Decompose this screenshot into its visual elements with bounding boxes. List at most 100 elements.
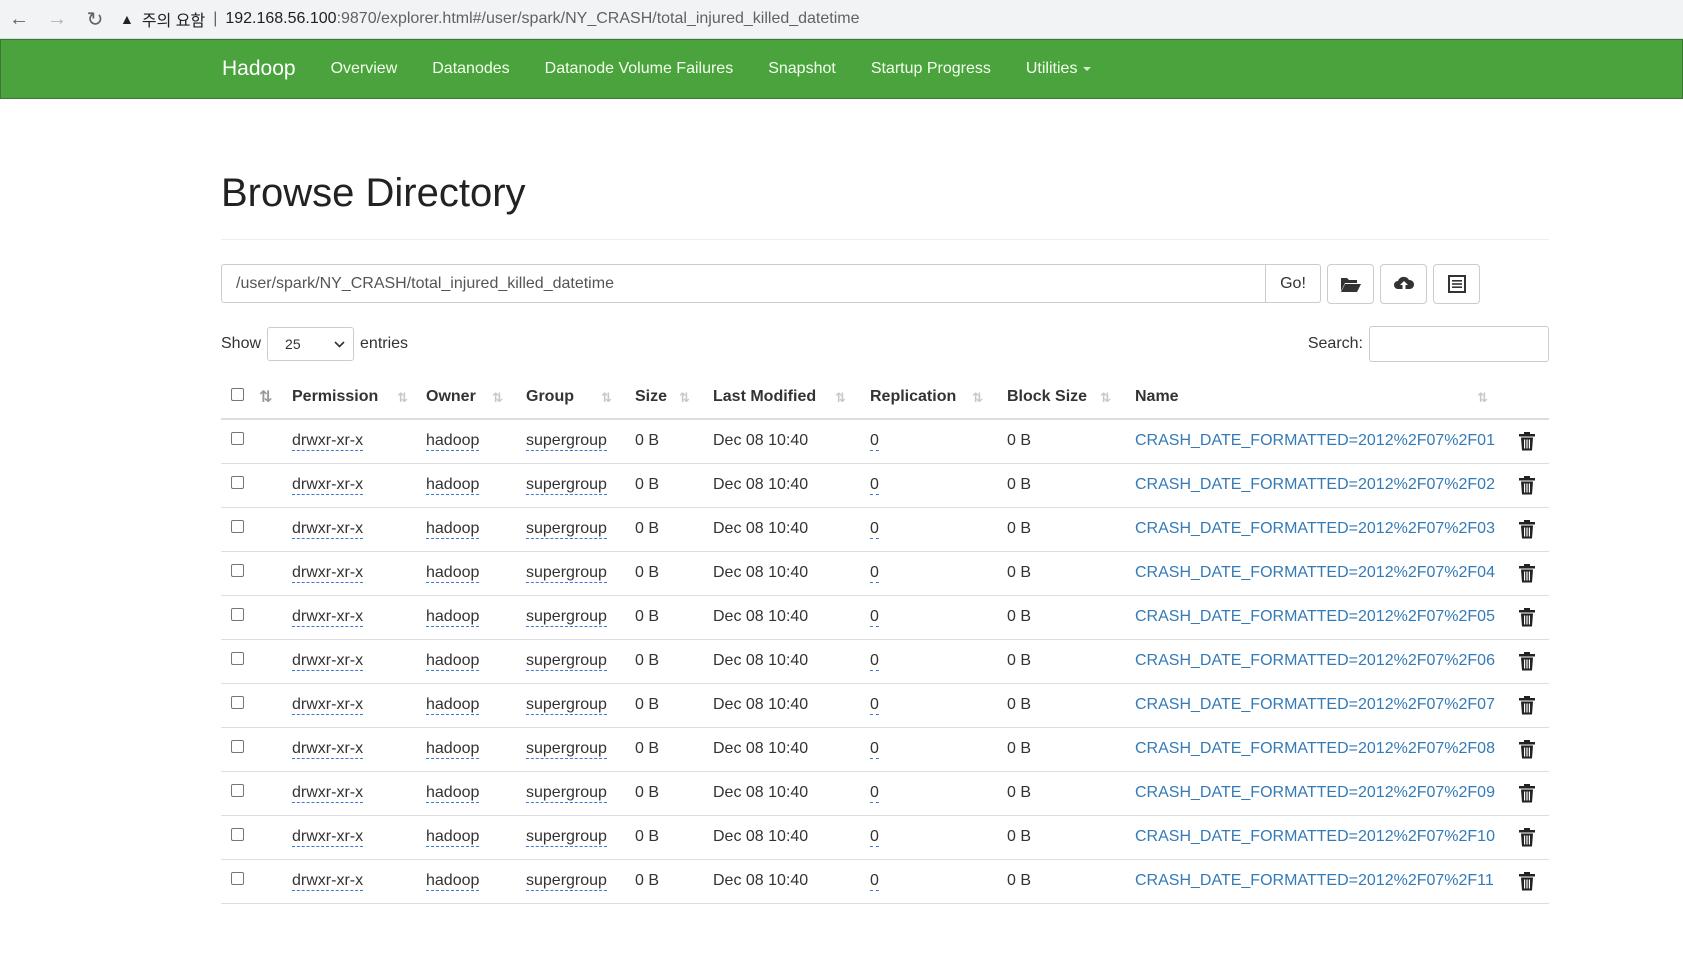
owner-link[interactable]: hadoop	[426, 520, 480, 539]
replication-link[interactable]: 0	[870, 608, 879, 627]
permission-link[interactable]: drwxr-xr-x	[292, 784, 364, 803]
row-checkbox[interactable]	[231, 608, 244, 621]
trash-icon[interactable]	[1519, 695, 1535, 715]
row-checkbox[interactable]	[231, 564, 244, 577]
owner-link[interactable]: hadoop	[426, 828, 480, 847]
trash-icon[interactable]	[1519, 563, 1535, 583]
header-group[interactable]: Group ⇅	[526, 376, 635, 420]
group-link[interactable]: supergroup	[526, 564, 607, 583]
replication-link[interactable]: 0	[870, 696, 879, 715]
group-link[interactable]: supergroup	[526, 828, 607, 847]
permission-link[interactable]: drwxr-xr-x	[292, 872, 364, 891]
forward-icon[interactable]: →	[38, 1, 76, 37]
group-link[interactable]: supergroup	[526, 696, 607, 715]
directory-name-link[interactable]: CRASH_DATE_FORMATTED=2012%2F07%2F02	[1135, 476, 1495, 493]
search-input[interactable]	[1369, 326, 1549, 362]
go-button[interactable]: Go!	[1266, 264, 1321, 303]
row-checkbox[interactable]	[231, 784, 244, 797]
group-link[interactable]: supergroup	[526, 740, 607, 759]
header-permission[interactable]: Permission ⇅	[292, 376, 426, 420]
permission-link[interactable]: drwxr-xr-x	[292, 520, 364, 539]
path-input[interactable]: /user/spark/NY_CRASH/total_injured_kille…	[221, 264, 1266, 303]
replication-link[interactable]: 0	[870, 432, 879, 452]
nav-datanodes[interactable]: Datanodes	[432, 60, 509, 78]
trash-icon[interactable]	[1519, 783, 1535, 803]
owner-link[interactable]: hadoop	[426, 564, 480, 583]
header-name[interactable]: Name ⇅	[1135, 376, 1505, 420]
entries-select[interactable]: 25	[267, 327, 355, 361]
trash-icon[interactable]	[1519, 871, 1535, 891]
directory-name-link[interactable]: CRASH_DATE_FORMATTED=2012%2F07%2F01	[1135, 432, 1495, 449]
row-checkbox[interactable]	[231, 476, 244, 489]
replication-link[interactable]: 0	[870, 784, 879, 803]
directory-name-link[interactable]: CRASH_DATE_FORMATTED=2012%2F07%2F04	[1135, 564, 1495, 581]
directory-name-link[interactable]: CRASH_DATE_FORMATTED=2012%2F07%2F07	[1135, 696, 1495, 713]
nav-startup-progress[interactable]: Startup Progress	[871, 60, 991, 78]
permission-link[interactable]: drwxr-xr-x	[292, 652, 364, 671]
header-owner[interactable]: Owner ⇅	[426, 376, 526, 420]
owner-link[interactable]: hadoop	[426, 432, 480, 452]
address-bar[interactable]: ▲ 주의 요함 | 192.168.56.100:9870/explorer.h…	[120, 4, 1663, 34]
header-size[interactable]: Size ⇅	[635, 376, 713, 420]
upload-button[interactable]	[1380, 264, 1427, 304]
nav-utilities[interactable]: Utilities	[1026, 60, 1092, 78]
group-link[interactable]: supergroup	[526, 476, 607, 495]
row-checkbox[interactable]	[231, 872, 244, 885]
permission-link[interactable]: drwxr-xr-x	[292, 828, 364, 847]
permission-link[interactable]: drwxr-xr-x	[292, 564, 364, 583]
permission-link[interactable]: drwxr-xr-x	[292, 476, 364, 495]
permission-link[interactable]: drwxr-xr-x	[292, 608, 364, 627]
replication-link[interactable]: 0	[870, 740, 879, 759]
directory-name-link[interactable]: CRASH_DATE_FORMATTED=2012%2F07%2F08	[1135, 740, 1495, 757]
directory-name-link[interactable]: CRASH_DATE_FORMATTED=2012%2F07%2F05	[1135, 608, 1495, 625]
row-checkbox[interactable]	[231, 740, 244, 753]
owner-link[interactable]: hadoop	[426, 608, 480, 627]
row-checkbox[interactable]	[231, 520, 244, 533]
cut-paste-button[interactable]	[1433, 264, 1480, 304]
group-link[interactable]: supergroup	[526, 520, 607, 539]
owner-link[interactable]: hadoop	[426, 872, 480, 891]
replication-link[interactable]: 0	[870, 652, 879, 671]
brand-link[interactable]: Hadoop	[222, 57, 296, 81]
group-link[interactable]: supergroup	[526, 872, 607, 891]
group-link[interactable]: supergroup	[526, 652, 607, 671]
header-block-size[interactable]: Block Size ⇅	[1007, 376, 1135, 420]
owner-link[interactable]: hadoop	[426, 740, 480, 759]
directory-name-link[interactable]: CRASH_DATE_FORMATTED=2012%2F07%2F11	[1135, 872, 1494, 889]
trash-icon[interactable]	[1519, 827, 1535, 847]
permission-link[interactable]: drwxr-xr-x	[292, 432, 364, 452]
replication-link[interactable]: 0	[870, 564, 879, 583]
group-link[interactable]: supergroup	[526, 432, 607, 452]
create-directory-button[interactable]	[1327, 264, 1374, 304]
nav-volume-failures[interactable]: Datanode Volume Failures	[545, 60, 734, 78]
nav-snapshot[interactable]: Snapshot	[768, 60, 836, 78]
replication-link[interactable]: 0	[870, 828, 879, 847]
header-last-modified[interactable]: Last Modified ⇅	[713, 376, 870, 420]
replication-link[interactable]: 0	[870, 872, 879, 891]
trash-icon[interactable]	[1519, 607, 1535, 627]
trash-icon[interactable]	[1519, 739, 1535, 759]
directory-name-link[interactable]: CRASH_DATE_FORMATTED=2012%2F07%2F09	[1135, 784, 1495, 801]
owner-link[interactable]: hadoop	[426, 476, 480, 495]
header-replication[interactable]: Replication ⇅	[870, 376, 1007, 420]
nav-overview[interactable]: Overview	[331, 60, 398, 78]
directory-name-link[interactable]: CRASH_DATE_FORMATTED=2012%2F07%2F10	[1135, 828, 1495, 845]
trash-icon[interactable]	[1519, 475, 1535, 495]
trash-icon[interactable]	[1519, 431, 1535, 451]
row-checkbox[interactable]	[231, 696, 244, 709]
reload-icon[interactable]: ↻	[76, 1, 114, 37]
owner-link[interactable]: hadoop	[426, 696, 480, 715]
permission-link[interactable]: drwxr-xr-x	[292, 740, 364, 759]
trash-icon[interactable]	[1519, 651, 1535, 671]
permission-link[interactable]: drwxr-xr-x	[292, 696, 364, 715]
row-checkbox[interactable]	[231, 828, 244, 841]
sort-icon-header[interactable]: ⇅	[255, 376, 292, 420]
row-checkbox[interactable]	[231, 652, 244, 665]
replication-link[interactable]: 0	[870, 476, 879, 495]
directory-name-link[interactable]: CRASH_DATE_FORMATTED=2012%2F07%2F06	[1135, 652, 1495, 669]
owner-link[interactable]: hadoop	[426, 652, 480, 671]
select-all-checkbox[interactable]	[231, 388, 244, 401]
trash-icon[interactable]	[1519, 519, 1535, 539]
replication-link[interactable]: 0	[870, 520, 879, 539]
group-link[interactable]: supergroup	[526, 608, 607, 627]
